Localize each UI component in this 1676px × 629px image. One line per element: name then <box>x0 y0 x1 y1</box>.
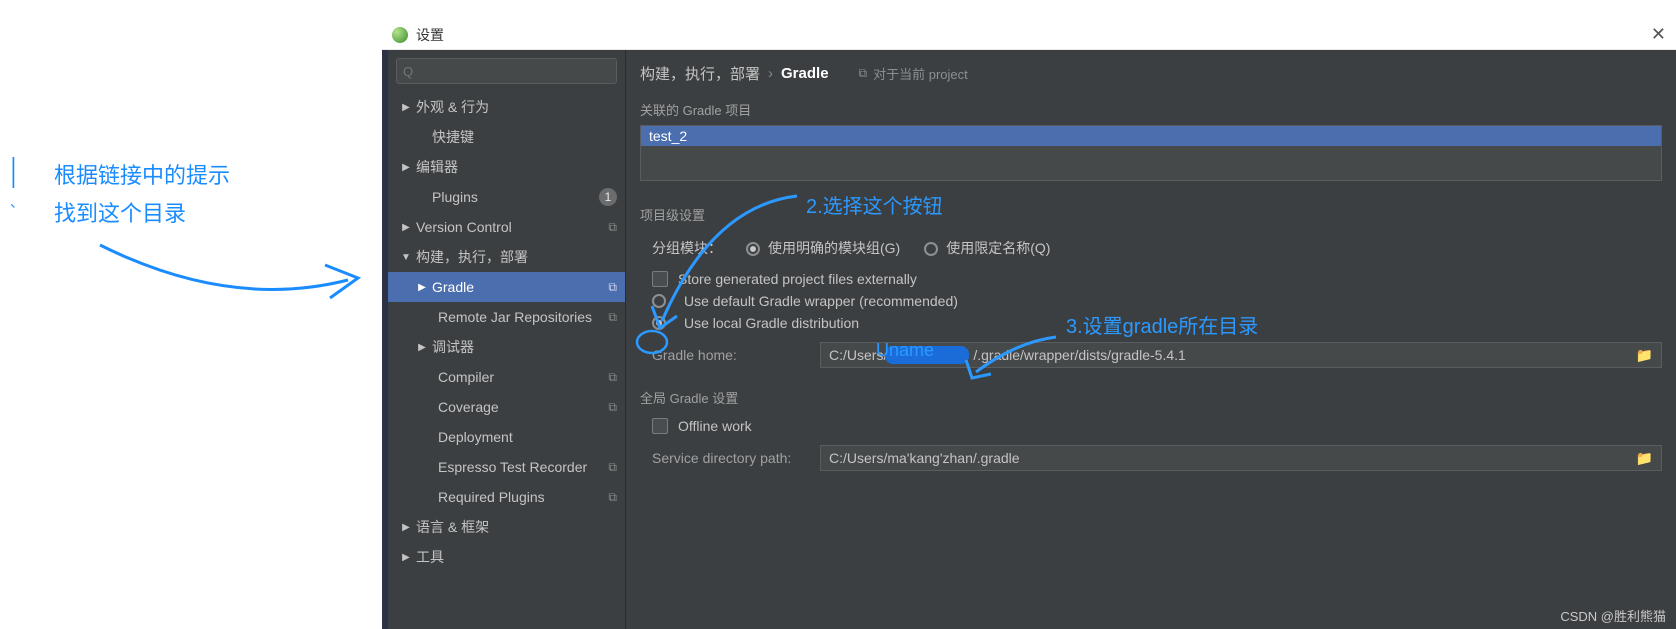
sidebar-item-label: Gradle <box>428 279 608 295</box>
service-dir-field[interactable]: C:/Users/ma'kang'zhan/.gradle 📁 <box>820 445 1662 471</box>
copy-icon: ⧉ <box>608 220 617 235</box>
use-default-wrapper-row[interactable]: Use default Gradle wrapper (recommended) <box>640 290 1662 312</box>
sidebar-item-editor[interactable]: ▶编辑器 <box>388 152 625 182</box>
annotation-arrow-1 <box>90 220 380 320</box>
radio-label: 使用限定名称(Q) <box>946 240 1050 256</box>
sidebar-item-coverage[interactable]: Coverage⧉ <box>388 392 625 422</box>
copy-icon: ⧉ <box>608 460 617 475</box>
sidebar-item-required-plugins[interactable]: Required Plugins⧉ <box>388 482 625 512</box>
sidebar-item-label: Compiler <box>434 369 608 385</box>
annotation-bar: | <box>10 152 17 190</box>
sidebar-item-plugins[interactable]: Plugins1 <box>388 182 625 212</box>
project-level-settings-label: 项目级设置 <box>640 205 1662 224</box>
sidebar-item-label: 工具 <box>412 547 617 567</box>
sidebar-item-label: 编辑器 <box>412 157 617 177</box>
radio-icon <box>924 242 938 256</box>
settings-tree: ▶外观 & 行为 快捷键 ▶编辑器 Plugins1 ▶Version Cont… <box>388 92 625 629</box>
gradle-home-value-pre: C:/Users/ <box>829 347 887 363</box>
gradle-home-field[interactable]: C:/Users/ /.gradle/wrapper/dists/gradle-… <box>820 342 1662 368</box>
sidebar-item-appearance[interactable]: ▶外观 & 行为 <box>388 92 625 122</box>
sidebar-item-label: Required Plugins <box>434 489 608 505</box>
sidebar-item-remote-jar[interactable]: Remote Jar Repositories⧉ <box>388 302 625 332</box>
sidebar-item-label: 外观 & 行为 <box>412 97 617 117</box>
copy-icon: ⧉ <box>608 310 617 325</box>
gradle-home-label: Gradle home: <box>652 347 820 363</box>
service-dir-value: C:/Users/ma'kang'zhan/.gradle <box>829 450 1020 466</box>
breadcrumb-sep: › <box>768 65 773 82</box>
sidebar-item-keymap[interactable]: 快捷键 <box>388 122 625 152</box>
close-icon[interactable]: ✕ <box>1651 24 1666 45</box>
checkbox-icon <box>652 271 668 287</box>
sidebar-item-label: 快捷键 <box>428 127 617 147</box>
group-modules-label: 分组模块： <box>652 238 722 258</box>
sidebar-item-build[interactable]: ▼构建，执行，部署 <box>388 242 625 272</box>
scope-text: 对于当前 project <box>873 64 968 83</box>
global-settings-label: 全局 Gradle 设置 <box>640 388 1662 407</box>
android-studio-icon <box>392 27 408 43</box>
settings-title: 设置 <box>416 25 444 45</box>
copy-icon: ⧉ <box>608 400 617 415</box>
radio-icon <box>652 294 666 308</box>
group-modules-qualified[interactable]: 使用限定名称(Q) <box>924 238 1050 258</box>
annotation-left-pane: | 、 根据链接中的提示 找到这个目录 <box>0 0 382 629</box>
sidebar-item-label: Plugins <box>428 189 599 205</box>
annotation-1-line1: 根据链接中的提示 <box>54 158 230 190</box>
sidebar-item-label: 构建，执行，部署 <box>412 247 617 267</box>
radio-label: 使用明确的模块组(G) <box>768 240 900 256</box>
sidebar-item-languages[interactable]: ▶语言 & 框架 <box>388 512 625 542</box>
linked-project-item[interactable]: test_2 <box>641 126 1661 146</box>
sidebar-item-tools[interactable]: ▶工具 <box>388 542 625 572</box>
checkbox-label: Store generated project files externally <box>678 271 917 287</box>
sidebar-item-compiler[interactable]: Compiler⧉ <box>388 362 625 392</box>
sidebar-item-espresso[interactable]: Espresso Test Recorder⧉ <box>388 452 625 482</box>
sidebar-item-label: Remote Jar Repositories <box>434 309 608 325</box>
copy-icon: ⧉ <box>859 66 868 81</box>
plugins-badge: 1 <box>599 188 617 206</box>
store-externally-row[interactable]: Store generated project files externally <box>640 268 1662 290</box>
search-input[interactable] <box>396 58 617 84</box>
breadcrumb-root[interactable]: 构建，执行，部署 <box>640 63 760 84</box>
copy-icon: ⧉ <box>608 280 617 295</box>
sidebar-item-gradle[interactable]: ▶Gradle⧉ <box>388 272 625 302</box>
settings-dialog: ▶外观 & 行为 快捷键 ▶编辑器 Plugins1 ▶Version Cont… <box>382 50 1676 629</box>
checkbox-label: Offline work <box>678 418 752 434</box>
sidebar-item-label: Espresso Test Recorder <box>434 459 608 475</box>
sidebar-item-deployment[interactable]: Deployment <box>388 422 625 452</box>
service-dir-label: Service directory path: <box>652 450 820 466</box>
radio-label: Use local Gradle distribution <box>684 315 859 331</box>
sidebar-item-vcs[interactable]: ▶Version Control⧉ <box>388 212 625 242</box>
sidebar-item-label: 调试器 <box>428 337 617 357</box>
checkbox-icon <box>652 418 668 434</box>
settings-titlebar: 设置 ✕ <box>382 20 1676 50</box>
group-modules-row: 分组模块： 使用明确的模块组(G) 使用限定名称(Q) <box>640 234 1662 268</box>
radio-icon <box>746 242 760 256</box>
sidebar-item-label: Deployment <box>434 429 617 445</box>
folder-icon[interactable]: 📁 <box>1636 450 1653 467</box>
sidebar-item-label: 语言 & 框架 <box>412 517 617 537</box>
breadcrumb-leaf: Gradle <box>781 65 829 82</box>
copy-icon: ⧉ <box>608 370 617 385</box>
sidebar-item-label: Version Control <box>412 219 608 235</box>
copy-icon: ⧉ <box>608 490 617 505</box>
linked-projects-list[interactable]: test_2 <box>640 125 1662 181</box>
radio-icon <box>652 316 666 330</box>
annotation-redaction <box>885 346 969 364</box>
gradle-home-row: Gradle home: C:/Users/ /.gradle/wrapper/… <box>640 334 1662 376</box>
scope-badge: ⧉ 对于当前 project <box>859 64 968 83</box>
watermark: CSDN @胜利熊猫 <box>1560 606 1666 625</box>
radio-label: Use default Gradle wrapper (recommended) <box>684 293 958 309</box>
use-local-distribution-row[interactable]: Use local Gradle distribution <box>640 312 1662 334</box>
service-dir-row: Service directory path: C:/Users/ma'kang… <box>640 437 1662 479</box>
breadcrumb: 构建，执行，部署 › Gradle ⧉ 对于当前 project <box>640 50 1662 96</box>
folder-icon[interactable]: 📁 <box>1636 347 1653 364</box>
gradle-home-value-post: /.gradle/wrapper/dists/gradle-5.4.1 <box>973 347 1185 363</box>
offline-work-row[interactable]: Offline work <box>640 415 1662 437</box>
linked-projects-label: 关联的 Gradle 项目 <box>640 100 1662 119</box>
sidebar-item-debugger[interactable]: ▶调试器 <box>388 332 625 362</box>
group-modules-explicit[interactable]: 使用明确的模块组(G) <box>746 238 900 258</box>
settings-sidebar: ▶外观 & 行为 快捷键 ▶编辑器 Plugins1 ▶Version Cont… <box>388 50 626 629</box>
sidebar-item-label: Coverage <box>434 399 608 415</box>
annotation-dot: 、 <box>10 192 24 212</box>
settings-content: 构建，执行，部署 › Gradle ⧉ 对于当前 project 关联的 Gra… <box>626 50 1676 629</box>
